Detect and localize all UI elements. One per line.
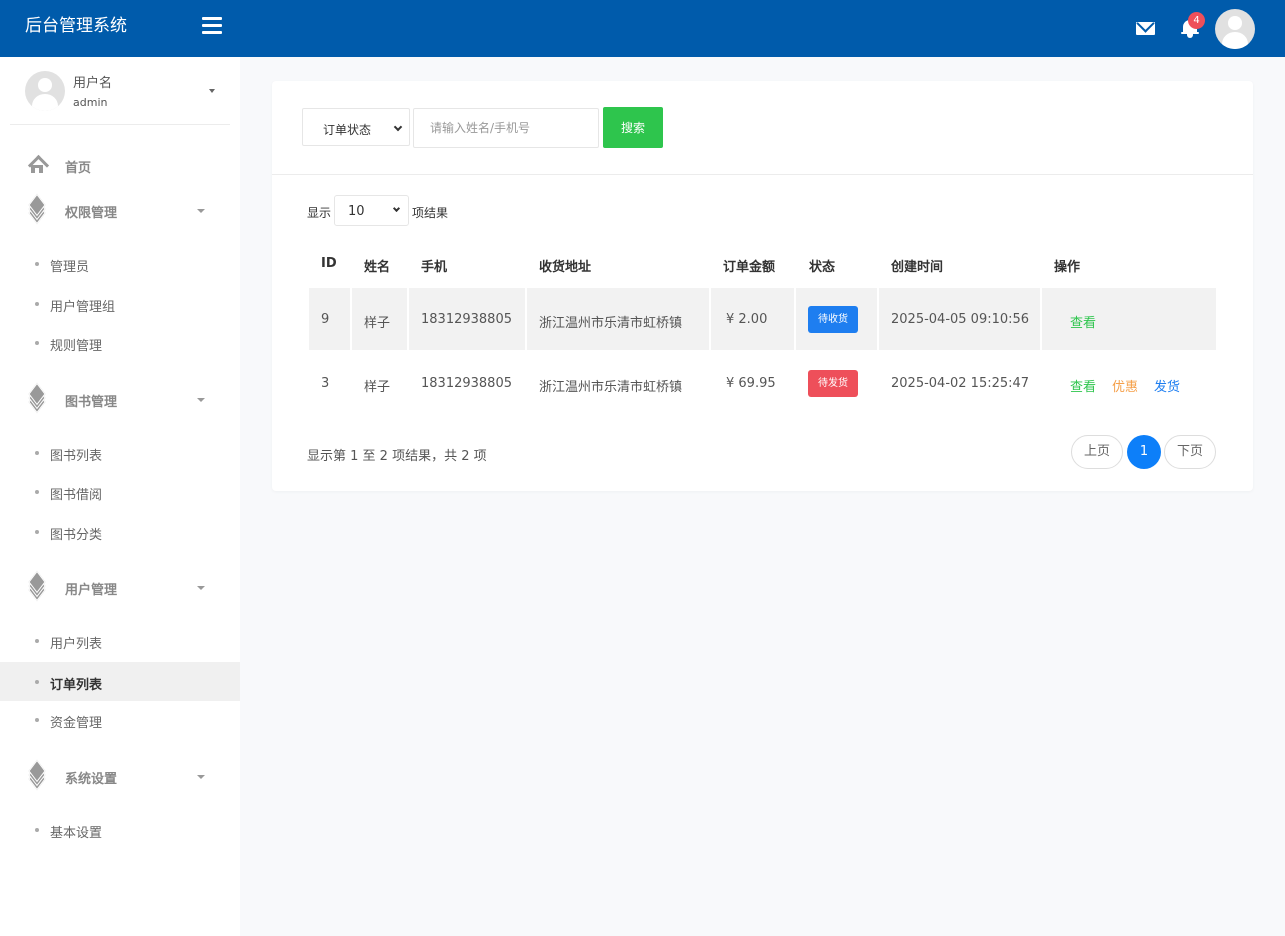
app-title: 后台管理系统 [25,16,127,36]
user-label: 用户名 [73,76,113,91]
home-icon [27,156,47,174]
orders-card: 订单状态 搜索 显示 10 项结果 ID 姓名 手机 收货地址 订单金额 状态 … [272,81,1253,491]
mail-icon[interactable] [1136,22,1155,35]
cell-id: 3 [321,376,330,391]
sidebar-item-label: 规则管理 [50,339,103,354]
sidebar-item-label: 基本设置 [50,826,103,841]
caret-down-icon [197,586,205,590]
sidebar-item-label: 图书分类 [50,528,103,543]
order-status-select[interactable]: 订单状态 [302,108,410,146]
column-header-phone: 手机 [421,260,448,275]
page-size-suffix: 项结果 [412,206,449,220]
page-size-select[interactable]: 10 [334,195,409,226]
cell-amount: ¥ 2.00 [726,312,768,327]
divider [272,174,1253,175]
sidebar-item-book-category[interactable]: 图书分类 [0,512,240,551]
sidebar-group-settings[interactable]: 系统设置 [0,756,240,796]
notification-badge: 4 [1188,12,1205,29]
sidebar-group-label: 用户管理 [65,583,118,598]
cell-created: 2025-04-02 15:25:47 [891,376,1030,391]
sidebar-item-home[interactable]: 首页 [0,145,240,185]
sidebar-item-label: 用户管理组 [50,300,116,315]
sidebar-item-rules[interactable]: 规则管理 [0,323,240,362]
sidebar-item-label: 首页 [65,161,92,176]
caret-down-icon [197,209,205,213]
cell-name: 样子 [364,380,391,395]
sidebar-avatar [25,71,65,111]
column-header-amount: 订单金额 [723,260,776,275]
table-row: 9 样子 18312938805 浙江温州市乐清市虹桥镇 ¥ 2.00 待收货 … [309,288,1216,350]
discount-link[interactable]: 优惠 [1112,376,1138,395]
sidebar-item-label: 图书借阅 [50,488,103,503]
view-link[interactable]: 查看 [1070,376,1096,395]
search-button[interactable]: 搜索 [603,107,663,148]
page-size-prefix: 显示 [307,206,332,220]
sidebar-user-profile[interactable]: 用户名 admin [10,57,230,125]
menu-toggle-icon[interactable] [202,17,222,35]
sidebar-item-funds[interactable]: 资金管理 [0,700,240,739]
column-header-name: 姓名 [364,260,391,275]
column-header-id: ID [321,256,337,271]
sidebar-item-admins[interactable]: 管理员 [0,244,240,283]
cell-created: 2025-04-05 09:10:56 [891,312,1030,327]
status-badge: 待发货 [808,370,858,397]
sidebar-item-label: 用户列表 [50,637,103,652]
page-number-button[interactable]: 1 [1127,435,1161,469]
sidebar-item-user-list[interactable]: 用户列表 [0,621,240,660]
ship-link[interactable]: 发货 [1154,376,1180,395]
table-summary: 显示第 1 至 2 项结果，共 2 项 [307,449,487,464]
cell-id: 9 [321,312,330,327]
user-name: admin [73,96,108,109]
column-header-address: 收货地址 [539,260,592,275]
chevron-down-icon [393,122,403,132]
chevron-down-icon [392,204,401,213]
sidebar-group-books[interactable]: 图书管理 [0,379,240,419]
column-header-status: 状态 [809,260,836,275]
sidebar-item-book-list[interactable]: 图书列表 [0,433,240,472]
layers-icon [27,193,47,225]
sidebar-item-user-groups[interactable]: 用户管理组 [0,284,240,323]
sidebar-item-label: 订单列表 [50,678,103,693]
cell-address: 浙江温州市乐清市虹桥镇 [539,316,683,331]
layers-icon [27,759,47,791]
sidebar-group-label: 权限管理 [65,206,118,221]
caret-down-icon [197,398,205,402]
sidebar-item-book-borrow[interactable]: 图书借阅 [0,472,240,511]
sidebar-group-permissions[interactable]: 权限管理 [0,190,240,230]
page-size-value: 10 [348,204,365,219]
column-header-created: 创建时间 [891,260,944,275]
column-header-actions: 操作 [1054,260,1081,275]
table-row: 3 样子 18312938805 浙江温州市乐清市虹桥镇 ¥ 69.95 待发货… [309,352,1216,414]
view-link[interactable]: 查看 [1070,312,1096,331]
sidebar-group-label: 系统设置 [65,772,118,787]
search-input[interactable] [413,108,599,148]
prev-page-button[interactable]: 上页 [1071,435,1123,469]
sidebar-group-users[interactable]: 用户管理 [0,567,240,607]
status-badge: 待收货 [808,306,858,333]
sidebar-item-basic-settings[interactable]: 基本设置 [0,810,240,849]
sidebar-item-order-list[interactable]: 订单列表 [0,662,240,701]
sidebar-item-label: 图书列表 [50,449,103,464]
sidebar-item-label: 管理员 [50,260,90,275]
caret-down-icon [209,89,215,93]
caret-down-icon [197,775,205,779]
layers-icon [27,570,47,602]
next-page-button[interactable]: 下页 [1164,435,1216,469]
layers-icon [27,382,47,414]
sidebar-group-label: 图书管理 [65,395,118,410]
user-avatar[interactable] [1215,9,1255,49]
cell-amount: ¥ 69.95 [726,376,776,391]
top-navbar: 后台管理系统 4 [0,0,1285,57]
sidebar: 用户名 admin 首页 权限管理 管理员 用户管理组 规则管理 图书管理 图书… [0,57,240,936]
cell-name: 样子 [364,316,391,331]
cell-address: 浙江温州市乐清市虹桥镇 [539,380,683,395]
cell-phone: 18312938805 [421,376,512,391]
cell-phone: 18312938805 [421,312,512,327]
sidebar-item-label: 资金管理 [50,716,103,731]
order-status-value: 订单状态 [323,123,372,137]
